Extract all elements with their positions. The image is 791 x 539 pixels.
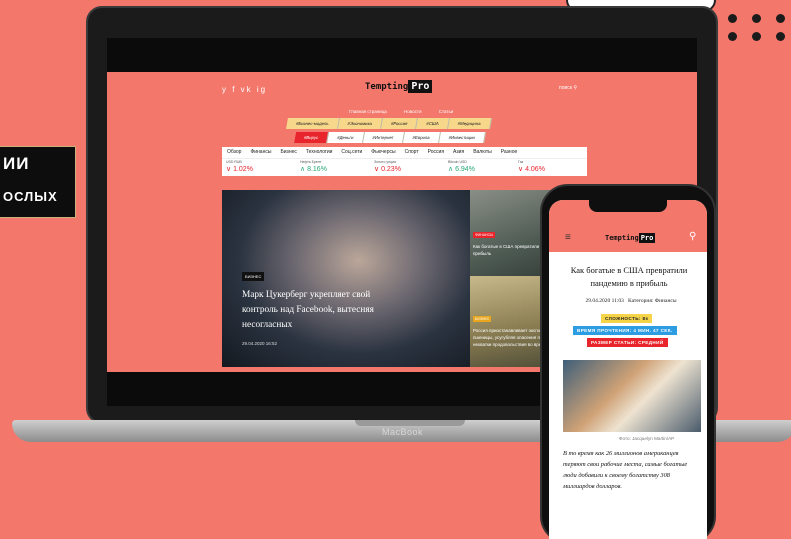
ticker-item[interactable]: Золото унция ∨ 0.23%	[374, 160, 454, 173]
category-link[interactable]: Спорт	[405, 147, 419, 158]
ticker-item[interactable]: Нефть Брент ∧ 8.16%	[300, 160, 380, 173]
article-photo	[563, 360, 701, 432]
promo-line-1: ИИ	[3, 154, 30, 173]
hero-title[interactable]: Марк Цукерберг укрепляет свой контроль н…	[242, 288, 402, 333]
ticker-item[interactable]: USD RUB ∨ 1.02%	[226, 160, 306, 173]
side-article-tag: ФИНАНСЫ	[473, 232, 496, 238]
phone-logo[interactable]: Tempting Pro	[605, 233, 656, 243]
article-title: Как богатые в США превратили пандемию в …	[570, 265, 688, 288]
nav-news[interactable]: Новости	[404, 109, 421, 114]
tag-chip[interactable]: #Медицина	[447, 118, 492, 129]
tag-chip[interactable]: #Инвестиции	[438, 132, 486, 143]
laptop-notch	[355, 420, 465, 426]
tag-chip[interactable]: #Деньги	[327, 132, 365, 143]
ticker-item[interactable]: Газ ∨ 4.06%	[518, 160, 598, 173]
category-link[interactable]: Бизнес	[280, 147, 296, 158]
tag-chip[interactable]: #Бизнес-модель	[286, 118, 340, 129]
search-icon[interactable]: ⚲	[689, 231, 696, 242]
hero-article[interactable]: БИЗНЕС Марк Цукерберг укрепляет свой кон…	[222, 190, 470, 367]
tag-chip[interactable]: #Россия	[380, 118, 419, 129]
category-link[interactable]: Разное	[501, 147, 518, 158]
tags-row-2: #Вирус #Деньги #Интернет #Европа #Инвест…	[294, 132, 486, 143]
difficulty-badge: СЛОЖНОСТЬ: 8s	[601, 314, 653, 323]
article-size-badge: РАЗМЕР СТАТЬИ: СРЕДНИЙ	[587, 338, 668, 347]
category-link[interactable]: Азия	[453, 147, 464, 158]
search-button[interactable]: поиск ⚲	[559, 85, 577, 91]
laptop-brand: MacBook	[382, 427, 424, 437]
top-nav: Главная страница Новости Статьи	[349, 109, 469, 114]
tag-chip-active[interactable]: #Вирус	[294, 132, 330, 143]
reading-time-badge: ВРЕМЯ ПРОЧТЕНИЯ: 4 МИН. 47 СЕК.	[573, 326, 677, 335]
category-bar: Обзор Финансы Бизнес Технологии Соц.сети…	[222, 147, 587, 158]
promo-card: ИИ ОСЛЫХ	[0, 146, 76, 218]
category-link[interactable]: Россия	[428, 147, 444, 158]
category-link[interactable]: Технологии	[306, 147, 333, 158]
ticker-item[interactable]: Bitcoin USD ∧ 6.94%	[448, 160, 528, 173]
article-meta: 29.04.2020 11:03 Категория: Финансы	[585, 298, 677, 304]
photo-credit: Фото: Jacquelyn Martin/AP	[619, 436, 675, 441]
category-link[interactable]: Валюты	[473, 147, 492, 158]
tag-chip[interactable]: #Экономика	[337, 118, 383, 129]
nav-articles[interactable]: Статьи	[439, 109, 454, 114]
decorative-dots	[728, 14, 788, 54]
side-article-tag: БИЗНЕС	[473, 316, 492, 322]
tag-chip[interactable]: #США	[416, 118, 450, 129]
tag-chip[interactable]: #Интернет	[362, 132, 405, 143]
hero-date: 29.04.2020 16:52	[242, 341, 278, 346]
tag-chip[interactable]: #Европа	[402, 132, 441, 143]
menu-icon[interactable]: ≡	[565, 233, 575, 243]
site-logo[interactable]: Tempting Pro	[365, 80, 433, 93]
phone: ≡ Tempting Pro ⚲ Как богатые в США превра…	[540, 184, 716, 539]
category-link[interactable]: Фьючерсы	[371, 147, 395, 158]
market-ticker: USD RUB ∨ 1.02% Нефть Брент ∧ 8.16% Золото…	[222, 158, 587, 176]
tags-row-1: #Бизнес-модель #Экономика #Россия #США #…	[286, 118, 492, 129]
category-link[interactable]: Финансы	[250, 147, 271, 158]
nav-home[interactable]: Главная страница	[349, 109, 387, 114]
social-icons[interactable]: y f vk ig	[222, 85, 267, 94]
phone-screen: ≡ Tempting Pro ⚲ Как богатые в США превра…	[549, 200, 707, 539]
category-link[interactable]: Обзор	[227, 147, 241, 158]
promo-line-2: ОСЛЫХ	[3, 189, 58, 204]
phone-notch	[589, 200, 667, 212]
hero-tag: БИЗНЕС	[242, 272, 265, 281]
article-lead: В то время как 26 миллионов американцев …	[563, 450, 688, 490]
category-link[interactable]: Соц.сети	[341, 147, 362, 158]
search-icon: ⚲	[573, 85, 578, 91]
